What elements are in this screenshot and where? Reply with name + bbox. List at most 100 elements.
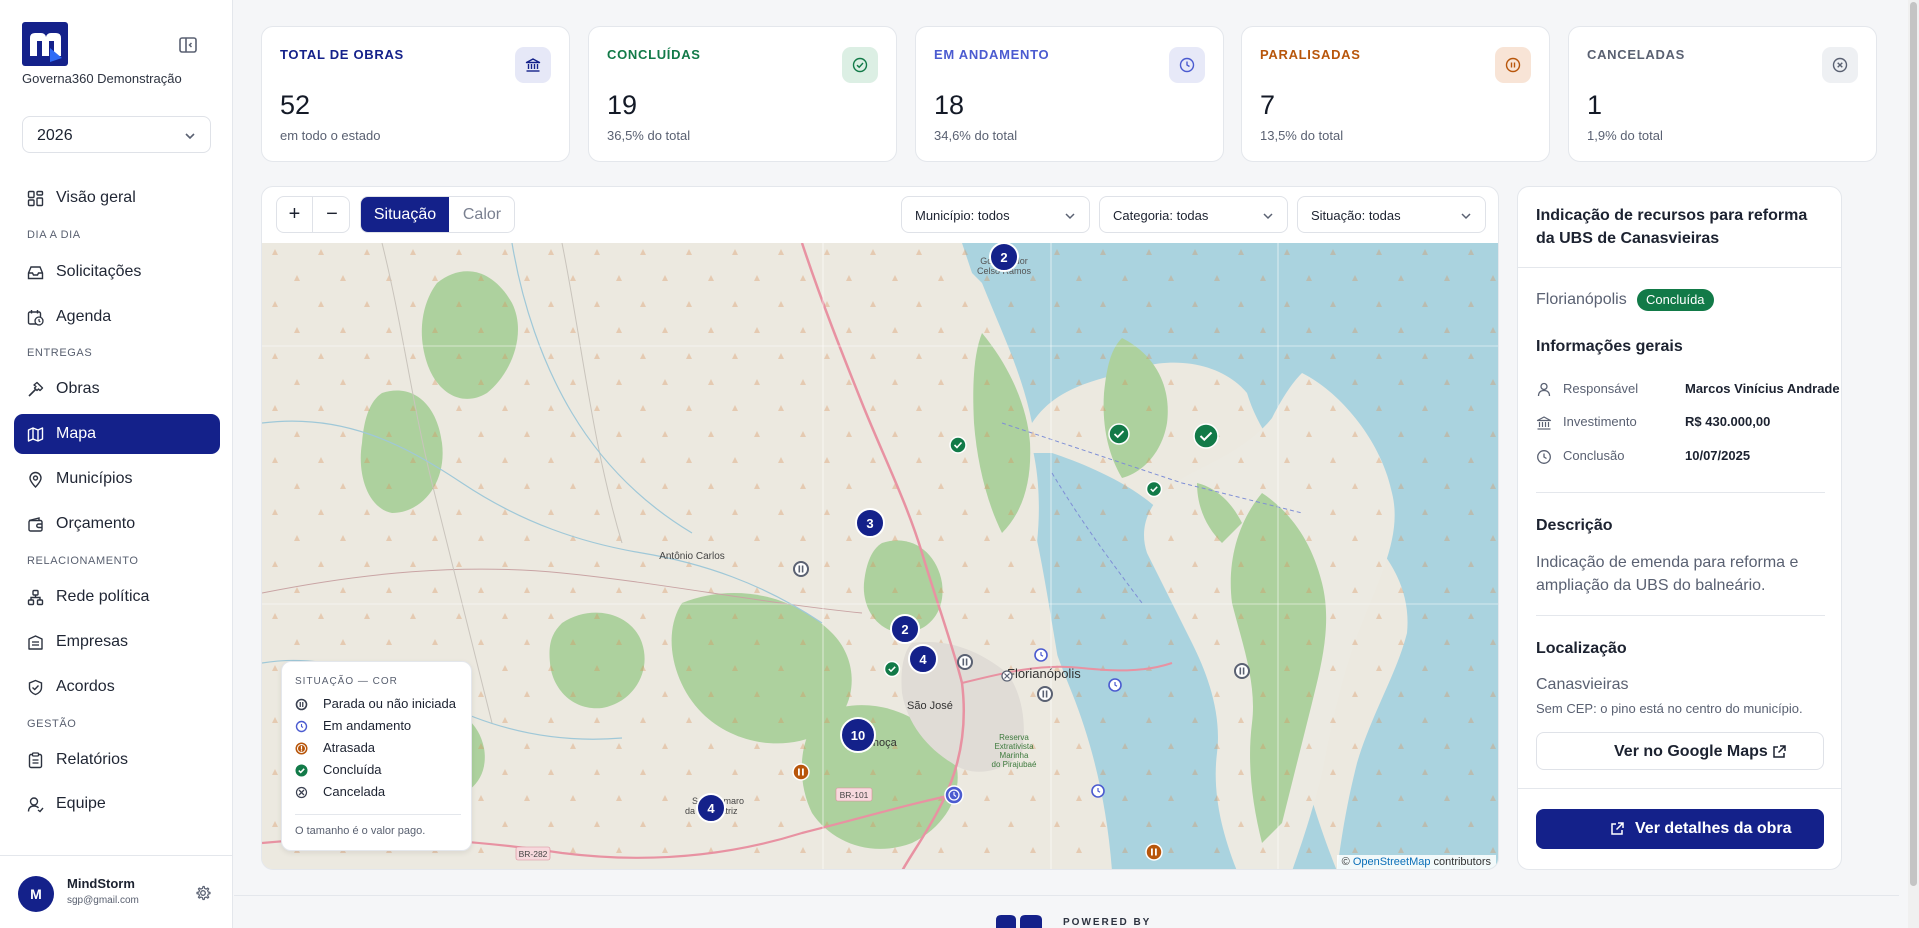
button-label: Ver no Google Maps: [1614, 743, 1768, 760]
stat-title: PARALISADAS: [1260, 47, 1361, 62]
descricao-heading: Descrição: [1536, 517, 1613, 534]
google-maps-button[interactable]: Ver no Google Maps: [1536, 732, 1824, 770]
avatar[interactable]: M: [18, 876, 54, 912]
nav-equipe[interactable]: Equipe: [14, 784, 220, 824]
stat-value: 7: [1260, 90, 1276, 120]
nav-label: Obras: [56, 380, 100, 397]
nav-visao-geral[interactable]: Visão geral: [14, 178, 220, 218]
marker-parada[interactable]: [1037, 686, 1053, 702]
zoom-out-button[interactable]: −: [314, 197, 350, 232]
nav-solicitacoes[interactable]: Solicitações: [14, 252, 220, 292]
divider: [1518, 788, 1841, 789]
mode-situacao-button[interactable]: Situação: [361, 197, 449, 232]
map-panel: + − Situação Calor Município: todos Cate…: [261, 186, 1499, 870]
nav-rede-politica[interactable]: Rede política: [14, 577, 220, 617]
nav-label: Visão geral: [56, 189, 136, 206]
nav-label: Agenda: [56, 308, 112, 325]
bank-icon: [515, 47, 551, 83]
marker-em-andamento[interactable]: [1091, 784, 1105, 798]
user-name: MindStorm: [67, 876, 135, 891]
localizacao-heading: Localização: [1536, 640, 1627, 657]
cluster-count: 4: [919, 652, 927, 667]
clock-icon: [1537, 450, 1551, 464]
bank-icon: [1536, 416, 1552, 430]
stat-card-paralisadas[interactable]: PARALISADAS 7 13,5% do total: [1241, 26, 1550, 162]
view-details-button[interactable]: Ver detalhes da obra: [1536, 809, 1824, 849]
situacao-filter[interactable]: Situação: todas: [1297, 196, 1486, 233]
investimento-label: Investimento: [1563, 414, 1637, 429]
nav-orcamento[interactable]: Orçamento: [14, 504, 220, 544]
marker-cancelada[interactable]: [1001, 670, 1013, 682]
marker-parada[interactable]: [957, 654, 973, 670]
shield-check-icon: [28, 679, 43, 696]
marker-atrasada[interactable]: [792, 763, 810, 781]
legend-label: Cancelada: [323, 784, 386, 799]
marker-concluida[interactable]: [1193, 423, 1219, 449]
x-circle-icon: [1822, 47, 1858, 83]
obra-detail-panel: Indicação de recursos para reforma da UB…: [1517, 186, 1842, 870]
marker-cluster[interactable]: 3: [855, 508, 885, 538]
nav-section-entregas: ENTREGAS: [27, 347, 93, 359]
nav-label: Rede política: [56, 588, 150, 605]
stat-title: CANCELADAS: [1587, 47, 1685, 62]
inbox-icon: [27, 266, 44, 280]
marker-cluster[interactable]: 4: [696, 793, 726, 823]
scrollbar-thumb[interactable]: [1910, 2, 1917, 886]
marker-atrasada[interactable]: [1145, 843, 1163, 861]
marker-em-andamento[interactable]: [1034, 648, 1048, 662]
marker-concluida[interactable]: [1145, 480, 1163, 498]
attribution-prefix: ©: [1341, 856, 1353, 868]
cluster-count: 10: [851, 728, 865, 743]
collapse-sidebar-icon[interactable]: [177, 34, 199, 56]
stat-card-concluidas[interactable]: CONCLUÍDAS 19 36,5% do total: [588, 26, 897, 162]
marker-concluida[interactable]: [1108, 423, 1130, 445]
legend-note: O tamanho é o valor pago.: [295, 825, 426, 837]
stat-card-total[interactable]: TOTAL DE OBRAS 52 em todo o estado: [261, 26, 570, 162]
stat-subtitle: 36,5% do total: [607, 128, 691, 143]
stat-card-canceladas[interactable]: CANCELADAS 1 1,9% do total: [1568, 26, 1877, 162]
marker-cluster[interactable]: 10: [840, 717, 876, 753]
nav-municipios[interactable]: Municípios: [14, 459, 220, 499]
org-name: Governa360 Demonstração: [22, 71, 182, 86]
mode-calor-button[interactable]: Calor: [449, 197, 514, 232]
conclusao-value: 10/07/2025: [1685, 448, 1751, 463]
year-select[interactable]: 2026: [22, 116, 211, 153]
marker-em-andamento[interactable]: [1108, 678, 1122, 692]
marker-cluster[interactable]: 2: [890, 614, 920, 644]
stat-card-em-andamento[interactable]: EM ANDAMENTO 18 34,6% do total: [915, 26, 1224, 162]
marker-em-andamento[interactable]: [944, 785, 964, 805]
year-value: 2026: [37, 127, 73, 144]
nav-obras[interactable]: Obras: [14, 369, 220, 409]
pause-circle-icon: [1495, 47, 1531, 83]
chevron-down-icon: [1461, 213, 1471, 220]
nav-empresas[interactable]: Empresas: [14, 622, 220, 662]
marker-concluida[interactable]: [949, 436, 967, 454]
footer: POWERED BY: [234, 895, 1899, 928]
place-label: Marinha: [1000, 751, 1029, 760]
cluster-count: 2: [901, 622, 908, 637]
categoria-filter[interactable]: Categoria: todas: [1099, 196, 1288, 233]
app-logo[interactable]: [22, 22, 68, 66]
nav-label: Solicitações: [56, 263, 142, 280]
openstreetmap-link[interactable]: OpenStreetMap: [1353, 856, 1431, 868]
stat-title: TOTAL DE OBRAS: [280, 47, 404, 62]
nav-mapa[interactable]: Mapa: [14, 414, 220, 454]
gear-icon[interactable]: [195, 885, 211, 901]
marker-concluida[interactable]: [883, 660, 901, 678]
powered-by-label: POWERED BY: [1063, 917, 1152, 928]
municipio-filter[interactable]: Município: todos: [901, 196, 1090, 233]
zoom-in-button[interactable]: +: [277, 197, 313, 232]
nav-agenda[interactable]: Agenda: [14, 297, 220, 337]
page-scrollbar[interactable]: [1908, 0, 1919, 928]
marker-parada[interactable]: [793, 561, 809, 577]
network-icon: [27, 589, 44, 606]
marker-parada[interactable]: [1234, 663, 1250, 679]
marker-cluster[interactable]: 4: [908, 644, 938, 674]
nav-label: Empresas: [56, 633, 129, 650]
pause-icon: [295, 698, 308, 711]
nav-acordos[interactable]: Acordos: [14, 667, 220, 707]
marker-cluster[interactable]: 2: [989, 243, 1019, 272]
legend-divider: [295, 814, 461, 815]
nav-relatorios[interactable]: Relatórios: [14, 740, 220, 780]
external-link-icon: [1773, 745, 1786, 758]
